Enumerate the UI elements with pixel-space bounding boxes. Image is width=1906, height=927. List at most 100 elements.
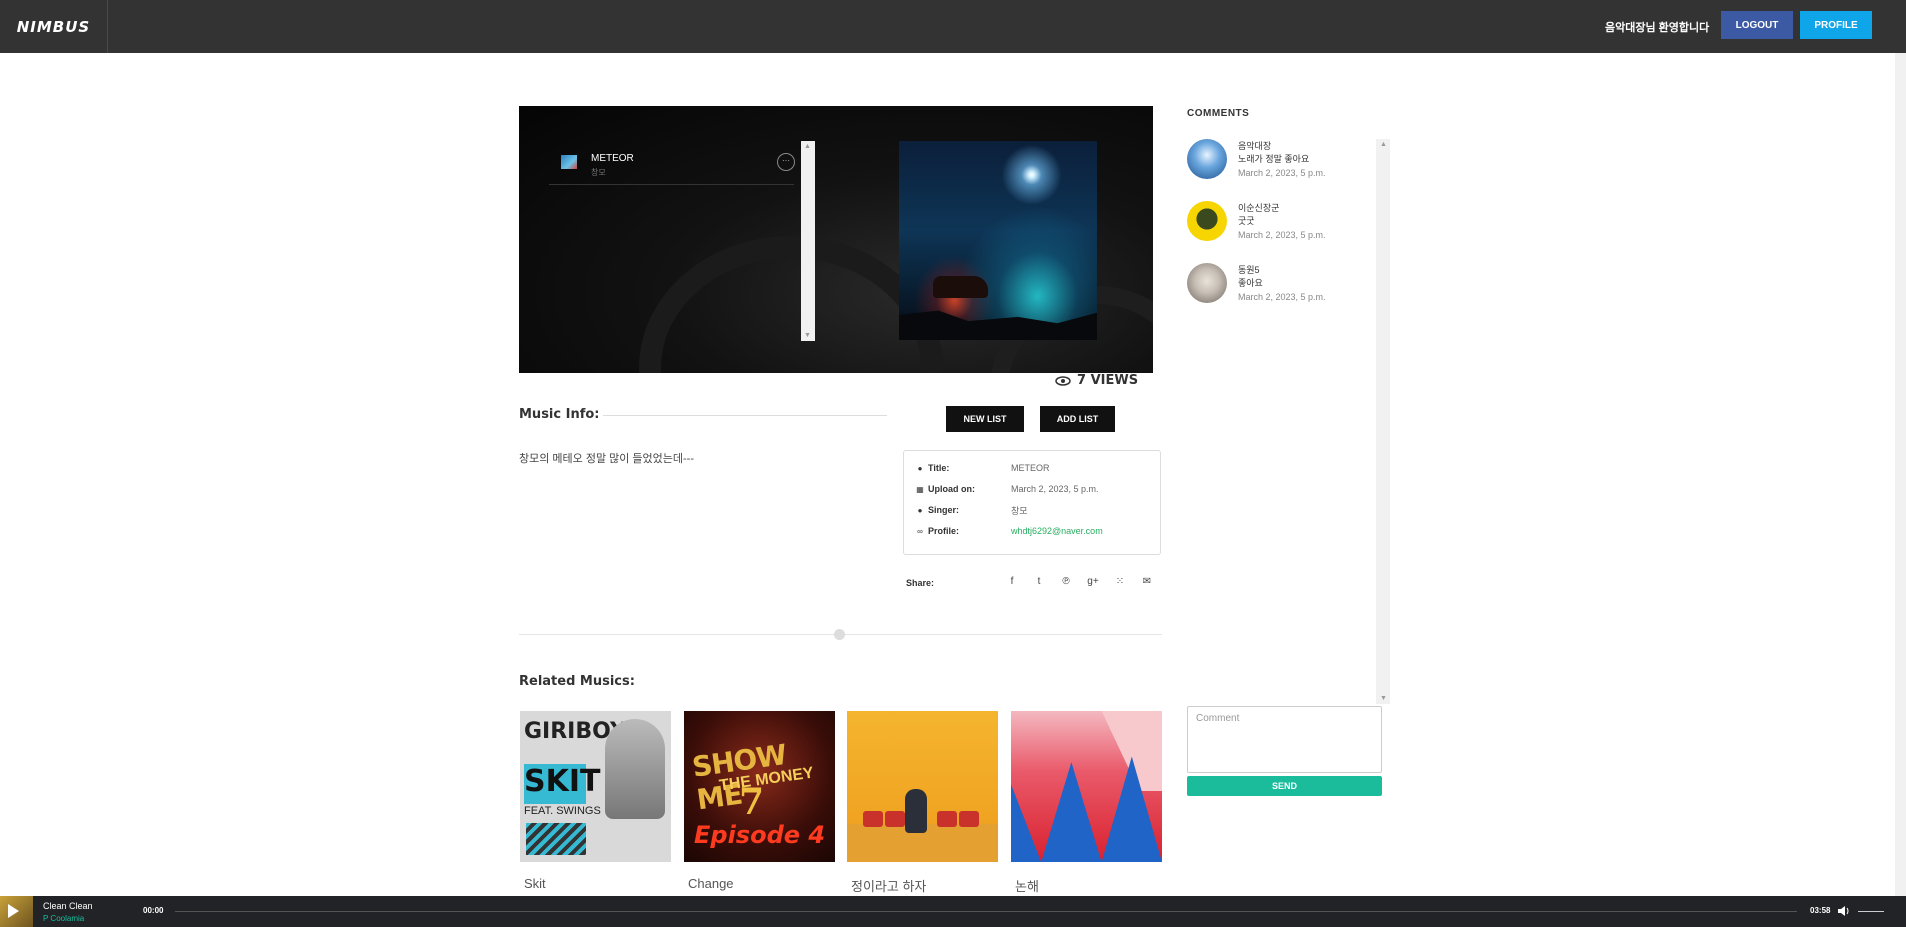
- google-plus-icon[interactable]: g+: [1086, 576, 1100, 587]
- current-time: 00:00: [143, 906, 164, 915]
- add-list-button[interactable]: ADD LIST: [1040, 406, 1115, 432]
- email-icon[interactable]: ✉: [1140, 576, 1154, 587]
- eye-icon: [1055, 375, 1071, 386]
- avatar[interactable]: [1187, 201, 1227, 241]
- scroll-up-icon[interactable]: ▲: [804, 143, 811, 150]
- scroll-up-icon[interactable]: ▲: [1380, 141, 1387, 148]
- detail-row-upload: ▦ Upload on: March 2, 2023, 5 p.m.: [914, 482, 1150, 496]
- music-details-box: ● Title: METEOR ▦ Upload on: March 2, 20…: [903, 450, 1161, 555]
- comment-text: 굿굿: [1238, 216, 1255, 226]
- now-playing-title: Clean Clean: [43, 901, 93, 911]
- volume-slider[interactable]: [1858, 911, 1884, 912]
- comment-text: 노래가 정말 좋아요: [1238, 154, 1310, 164]
- art-text: Episode 4: [694, 821, 826, 849]
- related-music-card[interactable]: 정이라고 하자: [847, 711, 998, 895]
- detail-row-title: ● Title: METEOR: [914, 461, 1150, 475]
- playlist-item-thumbnail: [561, 155, 577, 169]
- comment-author[interactable]: 동원5: [1238, 263, 1260, 276]
- view-count-text: 7 VIEWS: [1077, 373, 1139, 388]
- comment-item: 음악대장 노래가 정말 좋아요 March 2, 2023, 5 p.m.: [1187, 139, 1377, 191]
- comment-text: 좋아요: [1238, 278, 1263, 288]
- link-icon: ∞: [917, 526, 923, 536]
- profile-email-link[interactable]: whdtj6292@naver.com: [1011, 526, 1103, 536]
- art-chair: [885, 811, 905, 827]
- comments-heading: COMMENTS: [1187, 108, 1250, 119]
- comment-date: March 2, 2023, 5 p.m.: [1238, 292, 1326, 302]
- related-music-title[interactable]: 정이라고 하자: [851, 876, 998, 895]
- user-icon: ●: [917, 505, 923, 515]
- now-playing-artist[interactable]: P Coolamia: [43, 914, 84, 923]
- detail-key: Profile:: [928, 526, 960, 536]
- comment-item: 동원5 좋아요 March 2, 2023, 5 p.m.: [1187, 263, 1377, 315]
- scroll-down-icon[interactable]: ▼: [804, 332, 811, 339]
- detail-row-singer: ● Singer: 창모: [914, 503, 1150, 517]
- duration: 03:58: [1810, 906, 1831, 915]
- logout-button[interactable]: LOGOUT: [1721, 11, 1793, 39]
- send-button[interactable]: SEND: [1187, 776, 1382, 796]
- logo-container[interactable]: NIMBUS: [0, 0, 108, 53]
- cover-ridge: [899, 310, 1097, 340]
- music-player-panel: METEOR 창모 ··· ▲ ▼: [519, 106, 1153, 373]
- detail-value: March 2, 2023, 5 p.m.: [1011, 484, 1099, 494]
- art-block: SKIT: [524, 764, 600, 804]
- cover-car: [933, 276, 988, 298]
- avatar[interactable]: [1187, 263, 1227, 303]
- playlist-item-artist: 창모: [591, 168, 606, 177]
- new-list-button[interactable]: NEW LIST: [946, 406, 1024, 432]
- comments-scrollbar[interactable]: ▲ ▼: [1376, 139, 1390, 704]
- share-icons: f t ℗ g+ ⁙ ✉: [1005, 576, 1154, 587]
- related-music-card[interactable]: GIRIBOY SKIT FEAT. SWINGS Skit: [520, 711, 671, 891]
- share-label: Share:: [906, 578, 935, 588]
- site-logo[interactable]: NIMBUS: [17, 18, 90, 36]
- related-music-title[interactable]: Change: [688, 876, 835, 891]
- rss-icon[interactable]: ⁙: [1113, 576, 1127, 587]
- comment-author[interactable]: 음악대장: [1238, 139, 1271, 152]
- welcome-text: 음악대장님 환영합니다: [1605, 22, 1710, 34]
- profile-button[interactable]: PROFILE: [1800, 11, 1872, 39]
- comment-author[interactable]: 이순신장군: [1238, 201, 1279, 214]
- view-count: 7 VIEWS: [1055, 373, 1138, 388]
- art-text: FEAT. SWINGS: [524, 805, 601, 817]
- twitter-icon[interactable]: t: [1032, 576, 1046, 587]
- page-scrollbar[interactable]: [1895, 53, 1906, 896]
- playlist-item[interactable]: METEOR 창모 ···: [549, 141, 795, 185]
- more-options-icon[interactable]: ···: [777, 153, 795, 171]
- avatar[interactable]: [1187, 139, 1227, 179]
- detail-value: 창모: [1011, 505, 1028, 516]
- comment-input[interactable]: [1187, 706, 1382, 773]
- pin-icon: ●: [917, 463, 923, 473]
- detail-key: Upload on:: [928, 484, 975, 494]
- comment-item: 이순신장군 굿굿 March 2, 2023, 5 p.m.: [1187, 201, 1377, 253]
- scroll-down-icon[interactable]: ▼: [1380, 695, 1387, 702]
- art-chair: [959, 811, 979, 827]
- comments-list: 음악대장 노래가 정말 좋아요 March 2, 2023, 5 p.m. 이순…: [1187, 139, 1377, 704]
- related-music-title[interactable]: 논해: [1015, 876, 1162, 895]
- related-musics-heading: Related Musics:: [519, 674, 635, 689]
- facebook-icon[interactable]: f: [1005, 576, 1019, 587]
- pinterest-icon[interactable]: ℗: [1059, 576, 1073, 587]
- art-text: SKIT: [524, 764, 601, 799]
- comment-date: March 2, 2023, 5 p.m.: [1238, 230, 1326, 240]
- art-stripes: [526, 823, 586, 855]
- heading-rule: [603, 415, 887, 416]
- progress-track[interactable]: [175, 911, 1797, 912]
- album-art-jeong[interactable]: [847, 711, 998, 862]
- art-text: 7: [739, 781, 765, 823]
- related-music-card[interactable]: 논해: [1011, 711, 1162, 895]
- album-art-nonhae[interactable]: [1011, 711, 1162, 862]
- play-icon[interactable]: [8, 904, 19, 918]
- detail-key: Singer:: [928, 505, 960, 515]
- album-art-skit[interactable]: GIRIBOY SKIT FEAT. SWINGS: [520, 711, 671, 862]
- art-chair: [863, 811, 883, 827]
- album-art-change[interactable]: SHOW ME THE MONEY 7 Episode 4: [684, 711, 835, 862]
- now-playing-thumbnail[interactable]: [0, 896, 33, 927]
- divider-dot: [834, 629, 845, 640]
- bottom-audio-player: Clean Clean P Coolamia 00:00 03:58: [0, 896, 1906, 927]
- playlist-scrollbar[interactable]: ▲ ▼: [801, 141, 815, 341]
- comment-date: March 2, 2023, 5 p.m.: [1238, 168, 1326, 178]
- music-info-heading: Music Info:: [519, 407, 600, 422]
- related-music-title[interactable]: Skit: [524, 876, 671, 891]
- related-music-card[interactable]: SHOW ME THE MONEY 7 Episode 4 Change: [684, 711, 835, 891]
- art-shape: [1101, 711, 1162, 791]
- volume-icon[interactable]: [1837, 905, 1851, 917]
